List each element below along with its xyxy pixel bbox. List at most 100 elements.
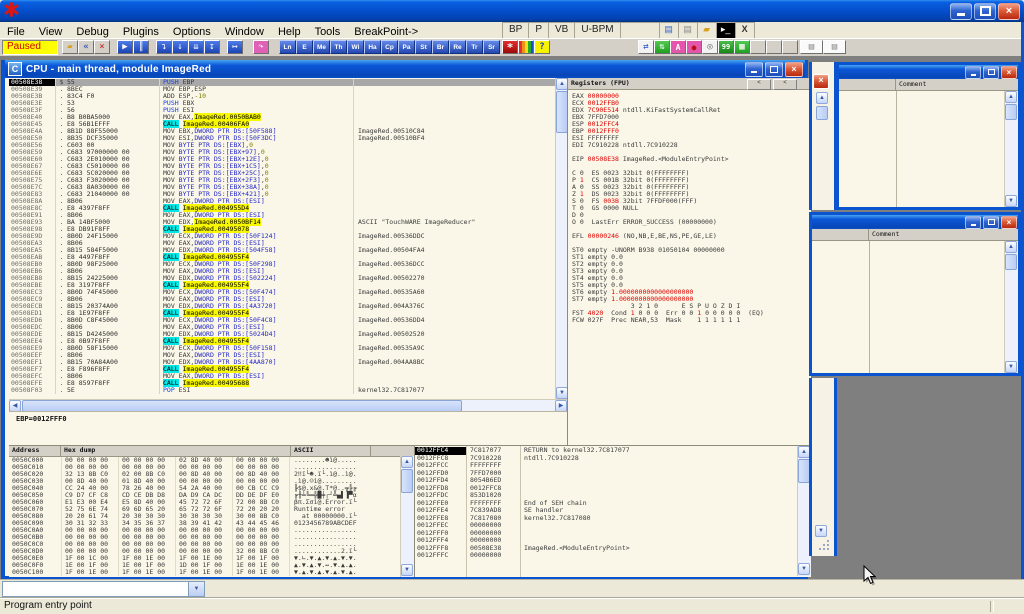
token[interactable]: ImageRed.00495688: [183, 379, 250, 387]
registers-collapse-icon[interactable]: <: [773, 79, 797, 90]
toolbar-letter-me[interactable]: Me: [313, 40, 330, 54]
disasm-row[interactable]: 00508ED6.8B0D C8F45000MOV ECX,DWORD PTR …: [9, 317, 555, 324]
menu-item-options[interactable]: Options: [166, 25, 218, 38]
cpu-close-button[interactable]: ×: [785, 62, 803, 77]
window-grid-icon[interactable]: ▦: [734, 40, 750, 54]
folder-icon[interactable]: ▰: [698, 23, 717, 38]
disasm-address[interactable]: 00508F03: [9, 387, 55, 394]
disasm-bytes[interactable]: E8 8597F8FF: [67, 380, 159, 387]
disasm-row[interactable]: 00508EB0.8B0D 98F25000MOV ECX,DWORD PTR …: [9, 261, 555, 268]
stack-comment[interactable]: [519, 477, 797, 485]
toolbar-letter-sr[interactable]: Sr: [483, 40, 500, 54]
disasm-comment[interactable]: [353, 170, 555, 177]
token[interactable]: -10: [194, 92, 206, 100]
stack-comment[interactable]: [519, 470, 797, 478]
disasm-comment[interactable]: ImageRed.00535A60: [353, 289, 555, 296]
disasm-instruction[interactable]: POP ESI: [159, 387, 353, 394]
menu-item-window[interactable]: Window: [218, 25, 271, 38]
token[interactable]: O 0 LastErr ERROR_SUCCESS (00000000): [572, 218, 717, 226]
open-file-icon[interactable]: ▰: [62, 40, 78, 54]
up-down-icon[interactable]: ⇅: [654, 40, 670, 54]
disasm-comment[interactable]: ImageRed.00536DD4: [353, 317, 555, 324]
token[interactable]: 00508E38: [588, 155, 619, 163]
register-line[interactable]: EIP 00508E38 ImageRed.<ModuleEntryPoint>: [572, 156, 811, 163]
disasm-row[interactable]: 00508E3E.53PUSH EBX: [9, 100, 555, 107]
token[interactable]: 00000246: [588, 232, 619, 240]
disasm-comment[interactable]: [353, 100, 555, 107]
dump-hex-group[interactable]: 1F 00 1E 00: [175, 569, 232, 576]
disasm-comment[interactable]: [353, 114, 555, 121]
disasm-bytes[interactable]: 53: [67, 100, 159, 107]
toolbar-letter-ln[interactable]: Ln: [279, 40, 296, 54]
window-vscrollbar[interactable]: ▲ ▼: [1004, 241, 1018, 373]
dump-address[interactable]: 0050C100: [9, 569, 61, 576]
toolbar-letter-pa[interactable]: Pa: [398, 40, 415, 54]
stack-comment[interactable]: [519, 552, 797, 560]
disasm-row[interactable]: 00508F03.5EPOP ESIkernel32.7C817077: [9, 387, 555, 394]
token[interactable]: ESI: [175, 386, 191, 394]
scroll-down-icon[interactable]: ▼: [556, 387, 567, 399]
pattern-icon[interactable]: ◎: [702, 40, 718, 54]
disasm-comment[interactable]: [353, 156, 555, 163]
token[interactable]: POP: [163, 386, 175, 394]
registers-collapse-icon[interactable]: <: [747, 79, 771, 90]
stack-comment[interactable]: ntdll.7C910228: [519, 455, 797, 463]
appearance-icon[interactable]: [518, 40, 534, 54]
plugin-close-button[interactable]: X: [736, 23, 754, 38]
register-line[interactable]: T 0 GS 0000 NULL: [572, 205, 811, 212]
scroll-up-icon[interactable]: ▲: [816, 92, 828, 104]
token[interactable]: FCW 027F Prec NEAR,53 Mask 1 1 1 1 1 1: [572, 316, 740, 324]
help-icon[interactable]: ?: [534, 40, 550, 54]
maximize-button[interactable]: [983, 216, 999, 229]
token[interactable]: 0: [265, 190, 269, 198]
minimize-button[interactable]: [965, 66, 981, 79]
disasm-row[interactable]: 00508EE9.8B0D 58F15000MOV ECX,DWORD PTR …: [9, 345, 555, 352]
menu-item-file[interactable]: File: [0, 25, 32, 38]
menu-item-help[interactable]: Help: [271, 25, 308, 38]
restore-button[interactable]: [974, 3, 996, 20]
toolbar-letter-cp[interactable]: Cp: [381, 40, 398, 54]
disassembly-pane[interactable]: 00508E38$55PUSH EBP00508E39.8BECMOV EBP,…: [9, 78, 567, 399]
scroll-up-icon[interactable]: ▲: [556, 78, 567, 90]
register-line[interactable]: O 0 LastErr ERROR_SUCCESS (00000000): [572, 219, 811, 226]
menu-item-view[interactable]: View: [32, 25, 70, 38]
trace-over-icon[interactable]: ↧: [204, 40, 220, 54]
scroll-down-icon[interactable]: ▼: [815, 525, 827, 537]
comment-window-body[interactable]: ▲ ▼: [812, 241, 1018, 373]
disasm-comment[interactable]: ASCII "TouchWARE ImageReducer": [353, 219, 555, 226]
token[interactable]: ntdll.KiFastSystemCallRet: [619, 106, 721, 114]
disasm-comment[interactable]: ImageRed.00535A9C: [353, 345, 555, 352]
step-into-icon[interactable]: ↴: [156, 40, 172, 54]
fragment-scroll-thumb[interactable]: [816, 106, 828, 120]
register-line[interactable]: FCW 027F Prec NEAR,53 Mask 1 1 1 1 1 1: [572, 317, 811, 324]
close-program-icon[interactable]: ×: [94, 40, 110, 54]
minimize-button[interactable]: [965, 216, 981, 229]
dump-pane[interactable]: Address Hex dump ASCII 0050C00000 00 00 …: [9, 445, 414, 577]
empty-button[interactable]: [750, 40, 766, 54]
disasm-comment[interactable]: [353, 373, 555, 380]
go-to-address-icon[interactable]: ↷: [253, 40, 269, 54]
step-over-icon[interactable]: ↓: [172, 40, 188, 54]
disasm-comment[interactable]: [353, 79, 555, 86]
log-list-icon[interactable]: ▤: [800, 40, 823, 54]
chevron-down-icon[interactable]: ▼: [188, 582, 204, 596]
pause-icon[interactable]: ║: [133, 40, 149, 54]
token[interactable]: EFL: [572, 232, 588, 240]
toolbar-letter-re[interactable]: Re: [449, 40, 466, 54]
plugin-button-p[interactable]: P: [529, 23, 549, 38]
disasm-row[interactable]: 00508EFE.E8 8597F8FFCALL ImageRed.004956…: [9, 380, 555, 387]
disasm-row[interactable]: 00508E38$55PUSH EBP: [9, 79, 555, 86]
stack-comment[interactable]: [519, 485, 797, 493]
disasm-comment[interactable]: [353, 163, 555, 170]
disasm-comment[interactable]: ImageRed.00502270: [353, 275, 555, 282]
register-line[interactable]: EDI 7C910228 ntdll.7C910228: [572, 142, 811, 149]
disasm-comment[interactable]: ImageRed.00536DDC: [353, 233, 555, 240]
dump-hex-group[interactable]: 1F 00 1E 00: [118, 569, 175, 576]
disasm-row[interactable]: 00508EC3.8B0D 74F45000MOV ECX,DWORD PTR …: [9, 289, 555, 296]
assemble-icon[interactable]: A: [670, 40, 686, 54]
dump-hex-group[interactable]: 1F 00 1E 00: [232, 569, 289, 576]
disasm-comment[interactable]: [353, 177, 555, 184]
register-line[interactable]: EFL 00000246 (NO,NB,E,BE,NS,PE,GE,LE): [572, 233, 811, 240]
run-icon[interactable]: ▶: [117, 40, 133, 54]
disasm-comment[interactable]: [353, 366, 555, 373]
